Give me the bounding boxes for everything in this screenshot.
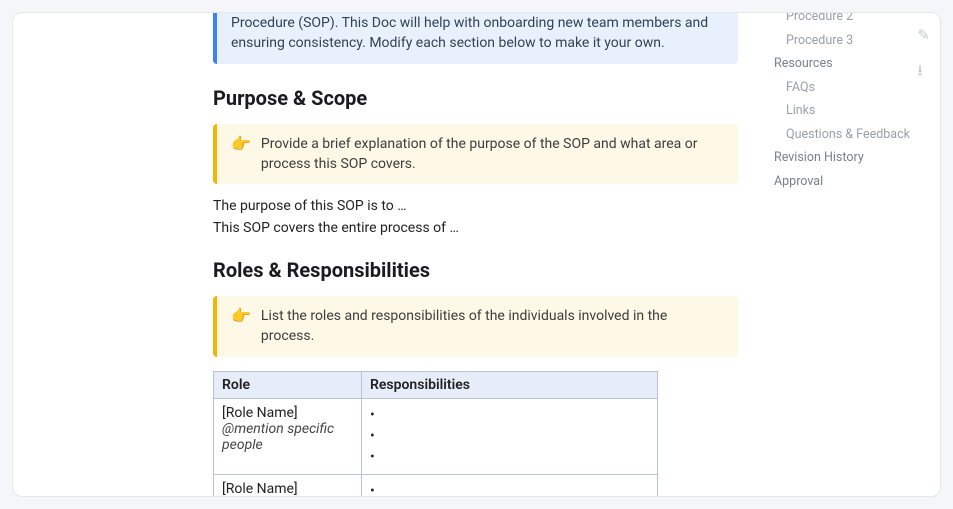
document-window: Procedure (SOP). This Doc will help with…	[12, 12, 941, 497]
outline-item-questions-feedback[interactable]: Questions & Feedback	[786, 123, 928, 147]
intro-callout: Procedure (SOP). This Doc will help with…	[213, 13, 738, 64]
edit-icon[interactable]: ✎	[917, 25, 930, 46]
table-row[interactable]: [Role Name] @mention specific people • •…	[214, 474, 658, 496]
bullet: •	[370, 426, 649, 447]
purpose-scope-heading: Purpose & Scope	[213, 86, 738, 110]
outline-actions: ✎ ⭳	[917, 25, 930, 81]
col-role: Role	[214, 371, 362, 398]
col-responsibilities: Responsibilities	[362, 371, 658, 398]
purpose-line-1[interactable]: The purpose of this SOP is to …	[213, 198, 738, 214]
pointing-hand-icon: 👉	[231, 134, 251, 175]
roles-heading: Roles & Responsibilities	[213, 258, 738, 282]
bullet-list: • • •	[370, 481, 649, 496]
outline-item-approval[interactable]: Approval	[774, 170, 928, 194]
bullet: •	[370, 447, 649, 468]
download-icon[interactable]: ⭳	[917, 60, 930, 81]
outline-item-faqs[interactable]: FAQs	[786, 76, 928, 100]
role-cell[interactable]: [Role Name] @mention specific people	[214, 398, 362, 474]
bullet: •	[370, 405, 649, 426]
resp-cell[interactable]: • • •	[362, 474, 658, 496]
role-name: [Role Name]	[222, 481, 298, 496]
outline-item-links[interactable]: Links	[786, 99, 928, 123]
resp-cell[interactable]: • • •	[362, 398, 658, 474]
document-main: Procedure (SOP). This Doc will help with…	[13, 13, 762, 496]
roles-table[interactable]: Role Responsibilities [Role Name] @menti…	[213, 371, 658, 496]
bullet: •	[370, 481, 649, 496]
roles-callout: 👉 List the roles and responsibilities of…	[213, 296, 738, 357]
outline-sidebar: ✎ ⭳ Procedure 2 Procedure 3 Resources FA…	[762, 13, 940, 496]
mention-placeholder: @mention specific people	[222, 421, 334, 453]
outline-item-revision-history[interactable]: Revision History	[774, 146, 928, 170]
intro-callout-text: Procedure (SOP). This Doc will help with…	[231, 13, 720, 54]
purpose-callout: 👉 Provide a brief explanation of the pur…	[213, 124, 738, 185]
role-cell[interactable]: [Role Name] @mention specific people	[214, 474, 362, 496]
purpose-line-2[interactable]: This SOP covers the entire process of …	[213, 220, 738, 236]
roles-callout-text: List the roles and responsibilities of t…	[261, 306, 720, 347]
purpose-callout-text: Provide a brief explanation of the purpo…	[261, 134, 720, 175]
outline-item-procedure-2[interactable]: Procedure 2	[786, 12, 928, 29]
role-name: [Role Name]	[222, 405, 298, 421]
table-row[interactable]: [Role Name] @mention specific people • •…	[214, 398, 658, 474]
bullet-list: • • •	[370, 405, 649, 468]
outline-item-procedure-3[interactable]: Procedure 3	[786, 29, 928, 53]
table-header-row: Role Responsibilities	[214, 371, 658, 398]
outline-item-resources[interactable]: Resources	[774, 52, 928, 76]
pointing-hand-icon: 👉	[231, 306, 251, 347]
